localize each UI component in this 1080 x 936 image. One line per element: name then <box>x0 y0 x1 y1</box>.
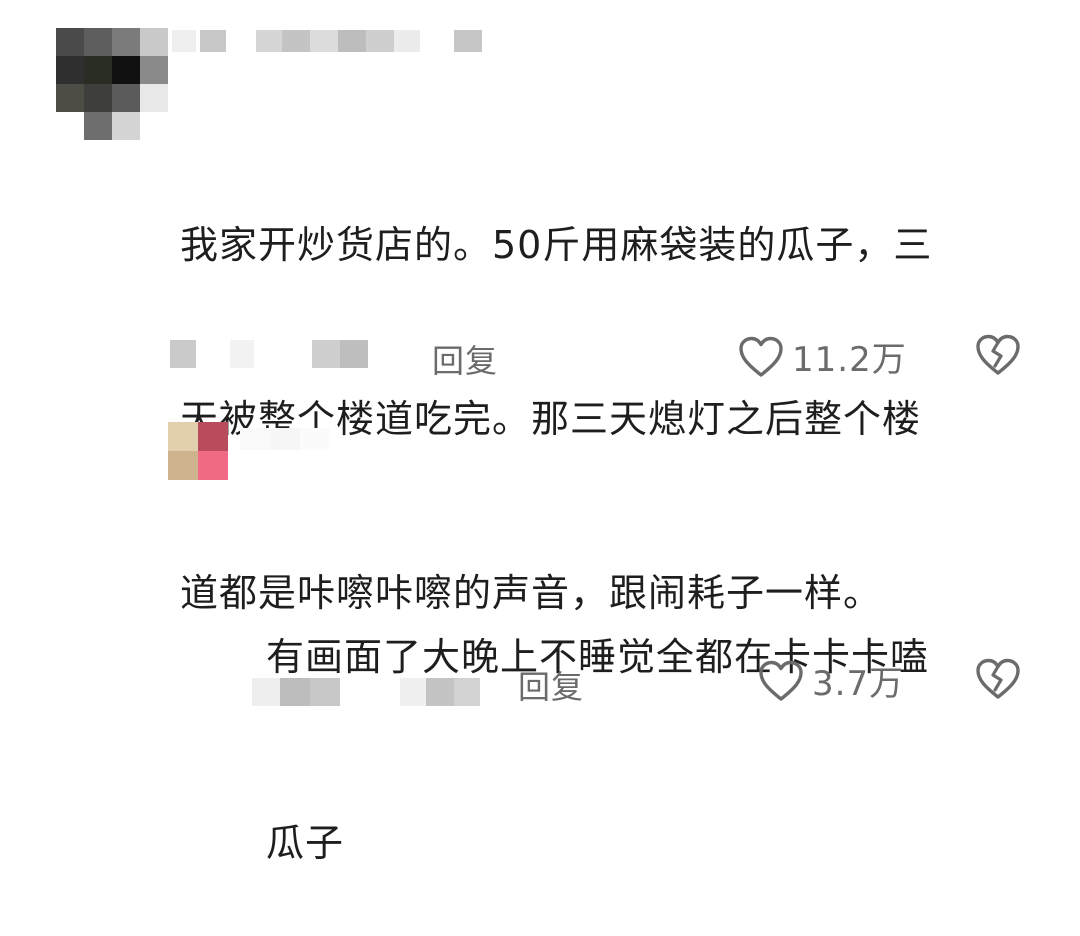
heart-outline-icon <box>759 660 803 701</box>
reply-comment-text: 有画面了大晚上不睡觉全都在卡卡卡嗑 瓜子 <box>266 502 1026 936</box>
dislike-button[interactable] <box>974 334 1022 380</box>
comment-meta <box>170 334 380 374</box>
user-avatar[interactable] <box>56 28 172 142</box>
like-count: 11.2万 <box>792 340 907 380</box>
comment-1: 我家开炒货店的。50斤用麻袋装的瓜子，三 天被整个楼道吃完。那三天熄灯之后整个楼… <box>0 0 1080 615</box>
reply-user-avatar[interactable] <box>168 422 228 480</box>
reply-button[interactable]: 回复 <box>432 336 498 382</box>
comment-text-line: 瓜子 <box>266 821 345 865</box>
reply-comment-meta <box>252 674 492 710</box>
heart-outline-icon <box>739 336 783 377</box>
dislike-button[interactable] <box>974 658 1022 704</box>
username[interactable] <box>172 26 512 58</box>
reply-username[interactable] <box>240 426 360 452</box>
like-count: 3.7万 <box>812 664 905 704</box>
broken-heart-icon <box>976 334 1020 375</box>
like-button[interactable]: 11.2万 <box>738 332 907 381</box>
like-button[interactable]: 3.7万 <box>758 656 904 705</box>
reply-button[interactable]: 回复 <box>518 662 584 708</box>
comment-text-line: 我家开炒货店的。50斤用麻袋装的瓜子，三 <box>180 223 933 267</box>
broken-heart-icon <box>976 658 1020 699</box>
